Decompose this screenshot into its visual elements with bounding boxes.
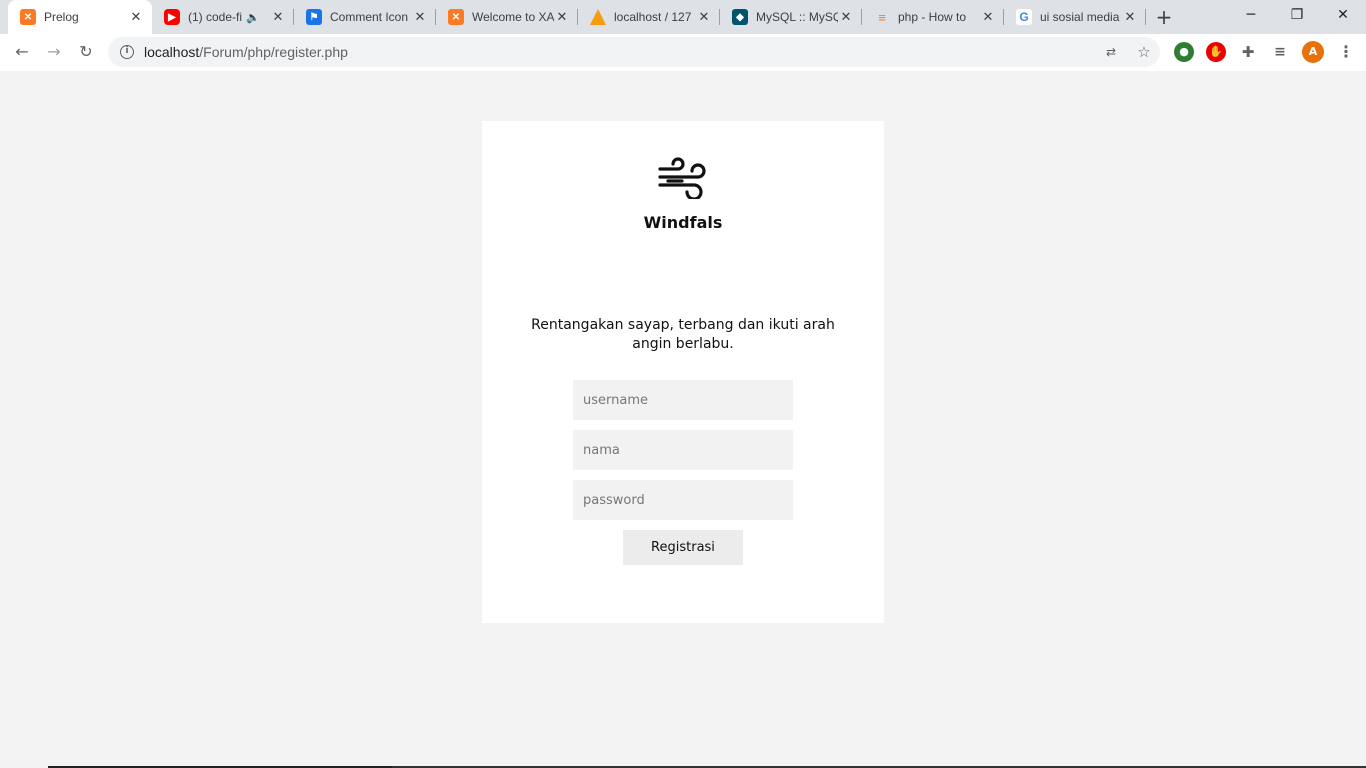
close-icon[interactable]: ✕ xyxy=(554,9,570,25)
adblock-icon[interactable]: ✋ xyxy=(1206,42,1226,62)
close-icon[interactable]: ✕ xyxy=(838,9,854,25)
tab-title: localhost / 127 xyxy=(614,10,692,24)
browser-toolbar: ← → ↻ i localhost/Forum/php/register.php… xyxy=(0,34,1366,71)
back-button[interactable]: ← xyxy=(8,38,36,66)
profile-avatar[interactable]: A xyxy=(1302,41,1324,63)
password-field[interactable] xyxy=(573,480,793,520)
close-icon[interactable]: ✕ xyxy=(980,9,996,25)
browser-chrome: ✕ Prelog ✕ ▶ (1) code-fi 🔈 ✕ ⚑ Comment I… xyxy=(0,0,1366,71)
extension-globe-icon[interactable]: ● xyxy=(1174,42,1194,62)
tab-strip: ✕ Prelog ✕ ▶ (1) code-fi 🔈 ✕ ⚑ Comment I… xyxy=(0,0,1366,34)
tab-title: MySQL :: MySQ xyxy=(756,10,838,24)
tab-separator xyxy=(1145,9,1146,25)
xampp-icon: ✕ xyxy=(448,9,464,25)
tab-comment-icon[interactable]: ⚑ Comment Icon ✕ xyxy=(294,0,436,34)
tab-stackoverflow[interactable]: ≡ php - How to ✕ xyxy=(862,0,1004,34)
close-icon[interactable]: ✕ xyxy=(270,9,286,25)
media-queue-icon[interactable]: ≡ xyxy=(1270,42,1290,62)
url-text: localhost/Forum/php/register.php xyxy=(144,44,348,60)
address-bar[interactable]: i localhost/Forum/php/register.php xyxy=(108,37,1160,67)
register-button[interactable]: Registrasi xyxy=(623,530,743,565)
register-card: Windfals Rentangakan sayap, terbang dan … xyxy=(482,121,884,623)
restore-button[interactable]: ❐ xyxy=(1274,0,1320,30)
wind-logo-icon xyxy=(658,157,706,199)
username-field[interactable] xyxy=(573,380,793,420)
google-icon: G xyxy=(1016,9,1032,25)
forward-button[interactable]: → xyxy=(40,38,68,66)
youtube-icon: ▶ xyxy=(164,9,180,25)
menu-kebab-icon[interactable]: ⋮ xyxy=(1336,42,1356,62)
nama-field[interactable] xyxy=(573,430,793,470)
new-tab-button[interactable]: + xyxy=(1152,5,1176,29)
stackoverflow-icon: ≡ xyxy=(878,9,886,25)
xampp-icon: ✕ xyxy=(20,9,36,25)
tab-title: (1) code-fi xyxy=(188,10,243,24)
minimize-button[interactable]: ─ xyxy=(1228,0,1274,30)
reload-button[interactable]: ↻ xyxy=(72,38,100,66)
tab-mysql[interactable]: ◆ MySQL :: MySQ ✕ xyxy=(720,0,862,34)
tab-google[interactable]: G ui sosial media ✕ xyxy=(1004,0,1146,34)
extensions-puzzle-icon[interactable]: ✚ xyxy=(1238,42,1258,62)
tab-phpmyadmin[interactable]: localhost / 127 ✕ xyxy=(578,0,720,34)
tab-welcome-xampp[interactable]: ✕ Welcome to XA ✕ xyxy=(436,0,578,34)
translate-icon[interactable]: ⇄ xyxy=(1100,41,1122,63)
url-path: /Forum/php/register.php xyxy=(199,44,348,60)
url-host: localhost xyxy=(144,44,200,60)
tab-prelog[interactable]: ✕ Prelog ✕ xyxy=(8,0,152,34)
tab-title: Welcome to XA xyxy=(472,10,554,24)
speaker-icon[interactable]: 🔈 xyxy=(246,11,260,24)
phpmyadmin-icon xyxy=(590,9,606,25)
close-icon[interactable]: ✕ xyxy=(412,9,428,25)
tagline: Rentangakan sayap, terbang dan ikuti ara… xyxy=(531,317,835,352)
close-window-button[interactable]: ✕ xyxy=(1320,0,1366,30)
star-icon[interactable]: ☆ xyxy=(1133,41,1155,63)
tab-title: ui sosial media xyxy=(1040,10,1120,24)
brand-name: Windfals xyxy=(643,213,723,232)
tab-title: Comment Icon xyxy=(330,10,409,24)
tab-youtube[interactable]: ▶ (1) code-fi 🔈 ✕ xyxy=(152,0,294,34)
close-icon[interactable]: ✕ xyxy=(696,9,712,25)
close-icon[interactable]: ✕ xyxy=(1122,9,1138,25)
flag-icon: ⚑ xyxy=(306,9,322,25)
info-icon[interactable]: i xyxy=(120,45,134,59)
close-icon[interactable]: ✕ xyxy=(128,9,144,25)
tab-title: Prelog xyxy=(44,10,79,24)
mysql-icon: ◆ xyxy=(732,9,748,25)
tab-title: php - How to xyxy=(898,10,967,24)
